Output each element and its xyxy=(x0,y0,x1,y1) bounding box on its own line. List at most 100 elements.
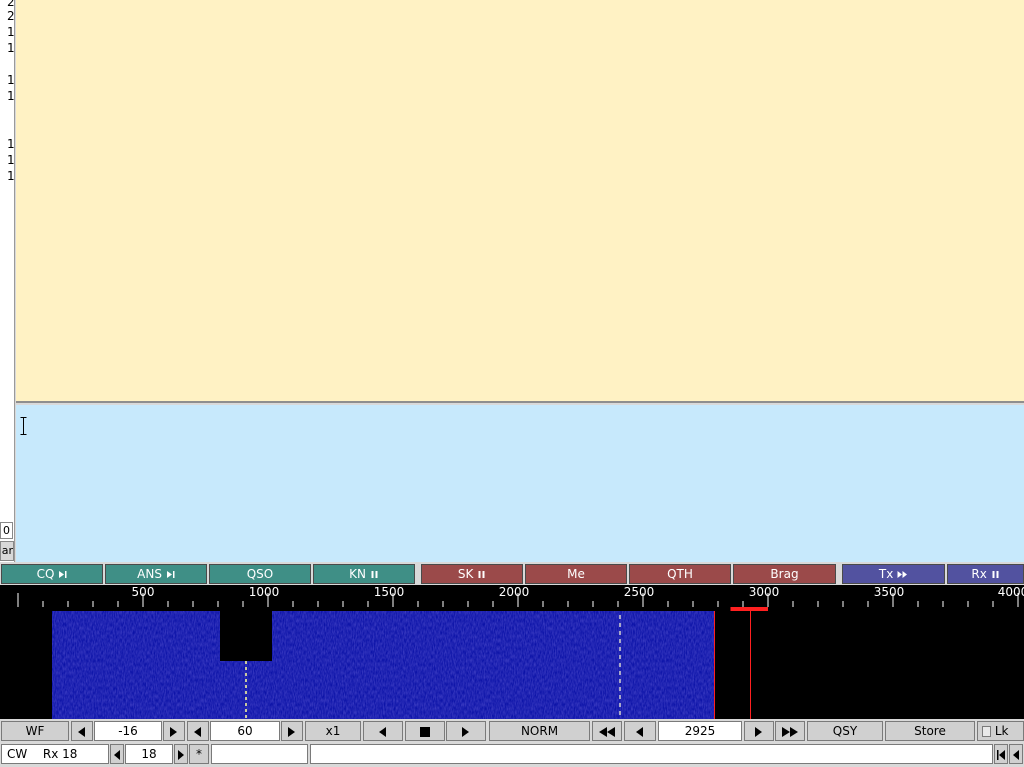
skip-back-icon xyxy=(997,749,1005,760)
status-message-field xyxy=(310,744,993,764)
strip-line: 2 xyxy=(7,0,15,9)
scale-label: 3000 xyxy=(748,585,780,599)
macro-button-qth[interactable]: QTH xyxy=(629,564,731,584)
waterfall-display[interactable] xyxy=(0,611,1024,719)
text-cursor-icon xyxy=(20,417,27,435)
strip-line: 1 xyxy=(7,153,15,167)
triangle-right-icon xyxy=(178,749,184,760)
status-field-1 xyxy=(211,744,308,764)
strip-line: 1 xyxy=(7,73,15,87)
macro-label: QSO xyxy=(246,567,274,581)
strip-line: 1 xyxy=(7,169,15,183)
triangle-left-icon xyxy=(379,726,386,737)
range-field[interactable]: 60 xyxy=(210,721,280,741)
zoom-button[interactable]: x1 xyxy=(305,721,361,741)
scale-label: 2500 xyxy=(623,585,655,599)
macro-button-qso[interactable]: QSO xyxy=(209,564,311,584)
back-button[interactable] xyxy=(1009,744,1023,764)
range-increase-button[interactable] xyxy=(281,721,303,741)
scale-label: 4000 xyxy=(997,585,1024,599)
lock-checkbox[interactable] xyxy=(982,726,991,737)
stop-icon xyxy=(420,726,430,737)
mode-status: CW Rx 18 xyxy=(1,744,109,764)
store-button[interactable]: Store xyxy=(885,721,975,741)
freq-increase-button[interactable] xyxy=(744,721,774,741)
triangle-right-icon xyxy=(755,726,762,737)
wf-mode-button[interactable]: WF xyxy=(1,721,69,741)
pause-icon xyxy=(992,571,999,578)
triangle-left-icon xyxy=(114,749,120,760)
skip-forward-icon xyxy=(166,571,175,578)
macro-label: SK xyxy=(457,567,474,581)
waterfall-controls: WF -16 60 x1 NORM 2925 QSY Store Lk xyxy=(0,721,1024,743)
side-value-box[interactable]: 0 xyxy=(0,522,13,539)
skip-back-button[interactable] xyxy=(994,744,1008,764)
strip-line: 1 xyxy=(7,25,15,39)
scroll-right-button[interactable] xyxy=(446,721,486,741)
triangle-right-icon xyxy=(170,726,177,737)
macro-button-me[interactable]: Me xyxy=(525,564,627,584)
macro-button-tx[interactable]: Tx xyxy=(842,564,945,584)
macro-label: KN xyxy=(349,567,367,581)
fast-decrease-button[interactable] xyxy=(592,721,622,741)
center-button[interactable] xyxy=(405,721,445,741)
scale-label: 1000 xyxy=(248,585,280,599)
scale-label: 1500 xyxy=(373,585,405,599)
skip-forward-icon xyxy=(59,571,67,578)
lock-label: Lk xyxy=(994,724,1009,738)
waterfall-spectrum xyxy=(0,611,1024,719)
pause-icon xyxy=(371,571,378,578)
macro-button-cq[interactable]: CQ xyxy=(1,564,103,584)
pause-icon xyxy=(478,571,485,578)
rewind-icon xyxy=(599,726,615,737)
fast-increase-button[interactable] xyxy=(775,721,805,741)
macro-label: Tx xyxy=(878,567,894,581)
fast-forward-icon xyxy=(782,726,798,737)
macro-label: QTH xyxy=(667,567,693,581)
rx-increase-button[interactable] xyxy=(174,744,188,764)
fast-forward-icon xyxy=(897,571,908,578)
triangle-left-icon xyxy=(78,726,85,737)
frequency-field[interactable]: 2925 xyxy=(658,721,742,741)
sig-level-field[interactable]: -16 xyxy=(94,721,162,741)
rx-value-field[interactable]: 18 xyxy=(125,744,173,764)
status-bar: CW Rx 18 18 * xyxy=(0,744,1024,767)
side-clear-button[interactable]: ar xyxy=(0,541,14,561)
scroll-left-button[interactable] xyxy=(363,721,403,741)
lock-toggle[interactable]: Lk xyxy=(977,721,1024,741)
receive-text-pane[interactable] xyxy=(16,0,1024,403)
mode-label: CW xyxy=(7,747,28,761)
freq-decrease-button[interactable] xyxy=(624,721,656,741)
transmit-text-pane[interactable] xyxy=(16,405,1024,562)
macro-label: ANS xyxy=(137,567,162,581)
macro-label: Rx xyxy=(971,567,987,581)
macro-button-sk[interactable]: SK xyxy=(421,564,523,584)
norm-button[interactable]: NORM xyxy=(489,721,590,741)
macro-button-rx[interactable]: Rx xyxy=(947,564,1024,584)
macro-button-ans[interactable]: ANS xyxy=(105,564,207,584)
strip-line: 1 xyxy=(7,137,15,151)
macro-label: CQ xyxy=(36,567,55,581)
star-button[interactable]: * xyxy=(189,744,209,764)
macro-label: Brag xyxy=(770,567,799,581)
triangle-right-icon xyxy=(288,726,295,737)
strip-line: 1 xyxy=(7,89,15,103)
macro-button-bar: CQ ANS QSO KN SK Me QTH Brag Tx Rx xyxy=(0,563,1024,585)
sig-level-decrease-button[interactable] xyxy=(71,721,93,741)
rx-label: Rx 18 xyxy=(42,747,78,761)
scale-label: 3500 xyxy=(873,585,905,599)
sig-level-increase-button[interactable] xyxy=(163,721,185,741)
range-decrease-button[interactable] xyxy=(187,721,209,741)
triangle-right-icon xyxy=(462,726,469,737)
frequency-scale[interactable]: 500 1000 1500 2000 2500 3000 3500 4000 xyxy=(0,585,1024,611)
triangle-left-icon xyxy=(194,726,201,737)
triangle-left-icon xyxy=(1013,749,1019,760)
scale-label: 500 xyxy=(131,585,155,599)
triangle-left-icon xyxy=(636,726,643,737)
macro-button-brag[interactable]: Brag xyxy=(733,564,836,584)
qsy-button[interactable]: QSY xyxy=(807,721,883,741)
strip-line: 2 xyxy=(7,9,15,23)
macro-button-kn[interactable]: KN xyxy=(313,564,415,584)
rx-decrease-button[interactable] xyxy=(110,744,124,764)
strip-line: 1 xyxy=(7,41,15,55)
